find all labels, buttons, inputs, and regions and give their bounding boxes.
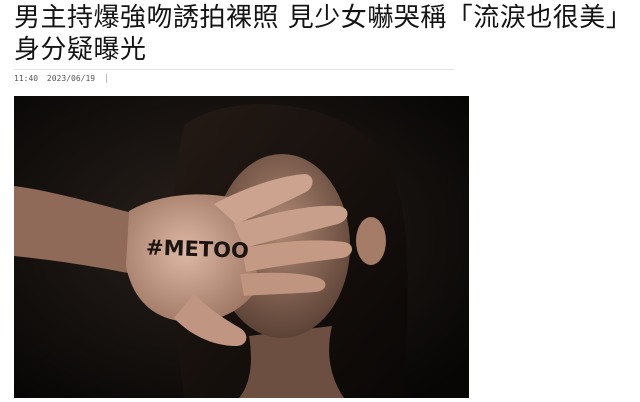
article-photo: #METOO [14,96,469,398]
meta-divider [105,74,107,83]
ear-shape [356,217,386,265]
article-meta: 11:40 2023/06/19 [14,69,454,88]
article-headline: 男主持爆強吻誘拍裸照 見少女嚇哭稱「流淚也很美」身分疑曝光 [14,3,620,65]
hand-hashtag-text: #METOO [146,235,250,263]
metoo-photo-illustration: #METOO [14,96,469,398]
publish-time: 11:40 [14,74,39,83]
publish-date: 2023/06/19 [46,74,96,83]
article: 男主持爆強吻誘拍裸照 見少女嚇哭稱「流淚也很美」身分疑曝光 11:40 2023… [0,0,640,402]
